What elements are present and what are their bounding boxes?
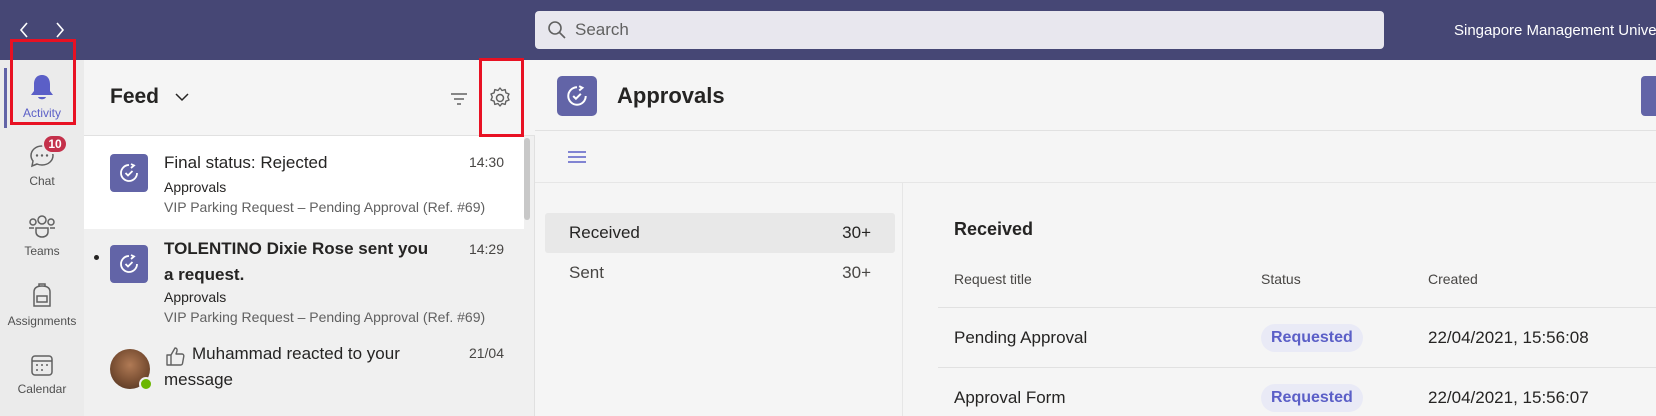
approvals-app-icon	[110, 154, 148, 192]
nav-label: Sent	[569, 263, 604, 282]
approvals-title: Approvals	[617, 83, 725, 108]
nav-received[interactable]: Received 30+	[545, 213, 895, 253]
feed-item-time: 14:30	[468, 154, 504, 170]
created-cell: 22/04/2021, 15:56:08	[1428, 328, 1589, 347]
approvals-icon	[120, 163, 138, 182]
search-input[interactable]	[575, 20, 1355, 40]
feed-item[interactable]: Final status: Rejected 14:30 Approvals V…	[84, 136, 524, 229]
feed-item-title: Muhammad reacted to your message	[164, 344, 400, 389]
search-box[interactable]	[535, 11, 1384, 49]
feed-item[interactable]: TOLENTINO Dixie Rose sent you a request.…	[84, 229, 524, 333]
request-title-cell[interactable]: Pending Approval	[954, 328, 1087, 348]
section-title: Received	[954, 219, 1034, 239]
highlight-box-activity	[10, 39, 76, 125]
feed-item-app: Approvals	[164, 289, 227, 305]
feed-panel: Feed Final status: Rejected 14:30 Approv…	[84, 60, 535, 416]
hamburger-menu-icon	[568, 151, 586, 163]
feed-dropdown-button[interactable]	[174, 90, 190, 108]
status-badge: Requested	[1261, 324, 1363, 352]
highlight-box-settings	[479, 58, 524, 137]
thumbs-up-icon	[166, 347, 185, 366]
approvals-app: Approvals Received 30+ Sent 30+ Received…	[535, 60, 1656, 416]
feed-header: Feed	[84, 60, 535, 136]
chevron-right-icon	[56, 22, 65, 38]
organization-name[interactable]: Singapore Management Univer	[1454, 22, 1656, 39]
approvals-app-icon	[557, 76, 597, 116]
active-indicator	[4, 68, 7, 128]
feed-scrollbar[interactable]	[524, 138, 530, 220]
feed-item-time: 14:29	[468, 241, 504, 257]
approvals-nav: Received 30+ Sent 30+	[535, 183, 903, 416]
approvals-content: Received Request title Status Created Pe…	[903, 183, 1656, 416]
rail-label-teams: Teams	[24, 244, 60, 258]
nav-sent[interactable]: Sent 30+	[545, 253, 895, 293]
feed-item-app: Approvals	[164, 179, 227, 195]
rail-label-assignments: Assignments	[7, 314, 77, 328]
row-divider	[938, 367, 1656, 368]
approvals-icon	[120, 254, 138, 273]
column-header-status[interactable]: Status	[1261, 271, 1301, 287]
approvals-toolbar	[535, 131, 1656, 183]
rail-label-calendar: Calendar	[17, 382, 67, 396]
backpack-icon	[33, 283, 51, 307]
row-divider	[938, 307, 1656, 308]
feed-item-title: TOLENTINO Dixie Rose sent you a request.	[164, 239, 429, 284]
request-title-cell[interactable]: Approval Form	[954, 388, 1065, 408]
feed-item-description: VIP Parking Request – Pending Approval (…	[164, 309, 486, 325]
filter-button[interactable]	[449, 90, 469, 113]
top-bar: Singapore Management Univer	[0, 0, 1656, 60]
rail-label-chat: Chat	[29, 174, 55, 188]
feed-title: Feed	[110, 85, 160, 108]
feed-item-time: 21/04	[468, 345, 504, 361]
presence-available-icon	[139, 377, 153, 391]
chevron-down-icon	[175, 93, 189, 102]
approvals-icon	[567, 85, 587, 106]
nav-count: 30+	[842, 223, 871, 242]
approvals-header: Approvals	[535, 60, 1656, 131]
menu-button[interactable]	[567, 149, 587, 170]
filter-icon	[451, 93, 467, 105]
rail-item-calendar[interactable]: Calendar	[0, 344, 84, 414]
nav-count: 30+	[842, 263, 871, 282]
teams-icon	[29, 215, 55, 238]
nav-label: Received	[569, 223, 640, 242]
approvals-app-icon	[110, 245, 148, 283]
chevron-left-icon	[19, 22, 28, 38]
feed-item[interactable]: Muhammad reacted to your message 21/04	[84, 333, 524, 416]
column-header-title[interactable]: Request title	[954, 271, 1032, 287]
search-icon	[548, 21, 566, 39]
rail-item-assignments[interactable]: Assignments	[0, 274, 84, 344]
unread-indicator	[94, 255, 99, 260]
feed-item-title: Final status: Rejected	[164, 153, 328, 172]
created-cell: 22/04/2021, 15:56:07	[1428, 388, 1589, 407]
status-badge: Requested	[1261, 384, 1363, 412]
new-approval-button[interactable]	[1641, 76, 1656, 116]
rail-item-teams[interactable]: Teams	[0, 204, 84, 274]
calendar-icon	[31, 355, 53, 376]
chat-unread-badge: 10	[42, 134, 68, 154]
feed-item-description: VIP Parking Request – Pending Approval (…	[164, 199, 486, 215]
rail-item-chat[interactable]: Chat 10	[0, 134, 84, 204]
column-header-created[interactable]: Created	[1428, 271, 1478, 287]
